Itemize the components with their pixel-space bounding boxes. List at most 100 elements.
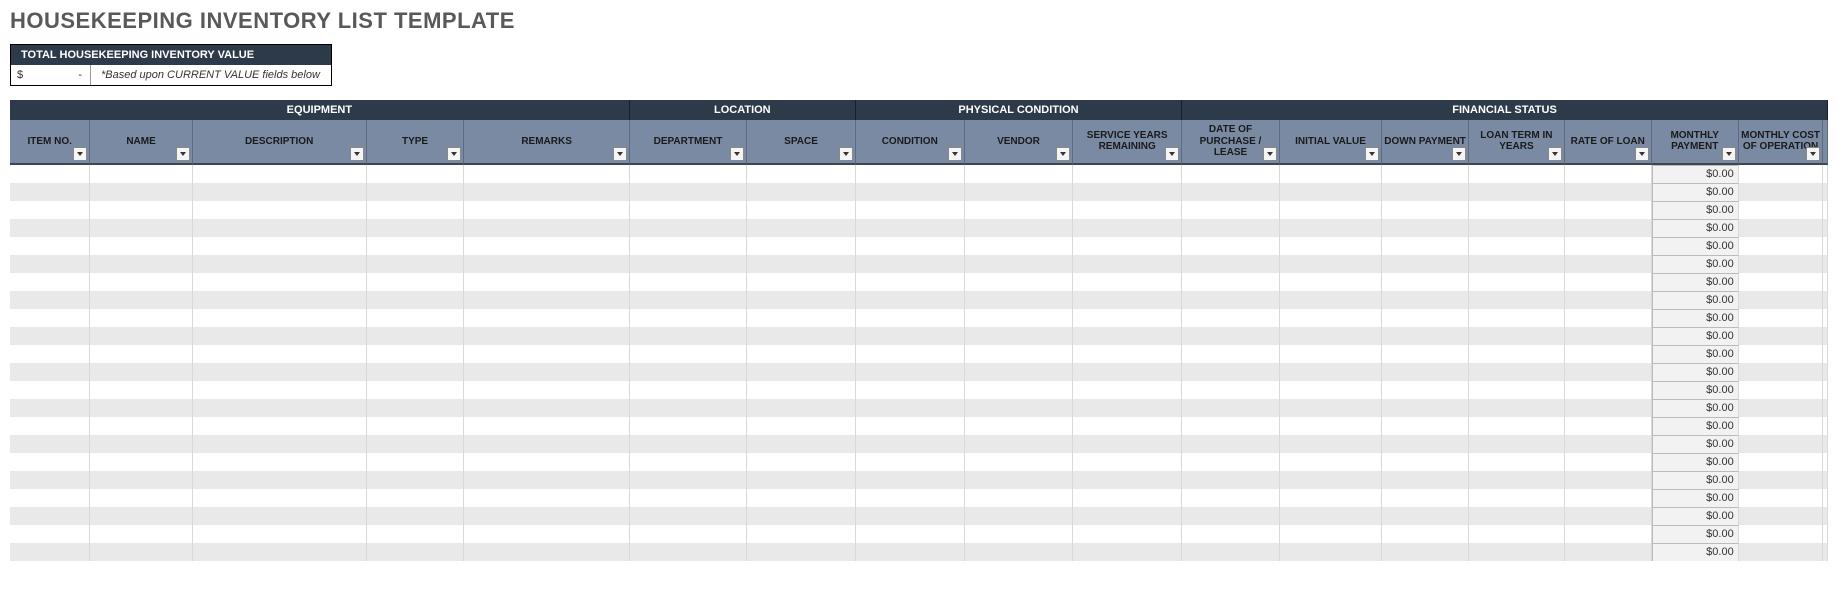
filter-dropdown-icon[interactable] — [1548, 147, 1562, 161]
cell-type[interactable] — [367, 453, 465, 471]
cell-item-no[interactable] — [10, 399, 90, 417]
cell-type[interactable] — [367, 309, 465, 327]
cell-item-no[interactable] — [10, 219, 90, 237]
cell-item-no[interactable] — [10, 417, 90, 435]
cell-rate-of-loan[interactable] — [1565, 345, 1652, 363]
cell-monthly-cost[interactable] — [1739, 507, 1824, 525]
cell-service-years[interactable] — [1073, 489, 1182, 507]
filter-dropdown-icon[interactable] — [948, 147, 962, 161]
cell-condition[interactable] — [856, 183, 965, 201]
cell-remarks[interactable] — [464, 345, 629, 363]
cell-loan-term[interactable] — [1469, 399, 1565, 417]
cell-type[interactable] — [367, 543, 465, 561]
cell-item-no[interactable] — [10, 453, 90, 471]
cell-item-no[interactable] — [10, 435, 90, 453]
filter-dropdown-icon[interactable] — [176, 147, 190, 161]
cell-condition[interactable] — [856, 345, 965, 363]
cell-description[interactable] — [193, 417, 367, 435]
cell-loan-term[interactable] — [1469, 273, 1565, 291]
cell-remarks[interactable] — [464, 489, 629, 507]
cell-service-years[interactable] — [1073, 273, 1182, 291]
cell-loan-term[interactable] — [1469, 381, 1565, 399]
cell-department[interactable] — [630, 219, 747, 237]
cell-loan-term[interactable] — [1469, 255, 1565, 273]
cell-remarks[interactable] — [464, 543, 629, 561]
cell-department[interactable] — [630, 345, 747, 363]
cell-department[interactable] — [630, 237, 747, 255]
cell-monthly-payment[interactable]: $0.00 — [1652, 399, 1739, 417]
cell-vendor[interactable] — [965, 435, 1074, 453]
cell-type[interactable] — [367, 165, 465, 183]
cell-service-years[interactable] — [1073, 525, 1182, 543]
cell-rate-of-loan[interactable] — [1565, 381, 1652, 399]
cell-description[interactable] — [193, 453, 367, 471]
cell-service-years[interactable] — [1073, 345, 1182, 363]
cell-remarks[interactable] — [464, 327, 629, 345]
cell-description[interactable] — [193, 219, 367, 237]
cell-condition[interactable] — [856, 255, 965, 273]
cell-remarks[interactable] — [464, 201, 629, 219]
cell-remarks[interactable] — [464, 417, 629, 435]
cell-monthly-cost[interactable] — [1739, 453, 1824, 471]
cell-space[interactable] — [747, 399, 856, 417]
cell-remarks[interactable] — [464, 273, 629, 291]
cell-department[interactable] — [630, 255, 747, 273]
cell-space[interactable] — [747, 165, 856, 183]
cell-loan-term[interactable] — [1469, 183, 1565, 201]
cell-monthly-payment[interactable]: $0.00 — [1652, 489, 1739, 507]
filter-dropdown-icon[interactable] — [1806, 147, 1820, 161]
cell-department[interactable] — [630, 471, 747, 489]
cell-description[interactable] — [193, 363, 367, 381]
cell-space[interactable] — [747, 381, 856, 399]
cell-department[interactable] — [630, 489, 747, 507]
cell-initial-value[interactable] — [1280, 183, 1382, 201]
cell-name[interactable] — [90, 525, 192, 543]
cell-space[interactable] — [747, 345, 856, 363]
cell-rate-of-loan[interactable] — [1565, 219, 1652, 237]
cell-description[interactable] — [193, 237, 367, 255]
cell-initial-value[interactable] — [1280, 399, 1382, 417]
filter-dropdown-icon[interactable] — [73, 147, 87, 161]
filter-dropdown-icon[interactable] — [350, 147, 364, 161]
cell-type[interactable] — [367, 237, 465, 255]
cell-monthly-cost[interactable] — [1739, 273, 1824, 291]
cell-rate-of-loan[interactable] — [1565, 471, 1652, 489]
cell-vendor[interactable] — [965, 201, 1074, 219]
cell-monthly-cost[interactable] — [1739, 327, 1824, 345]
cell-monthly-payment[interactable]: $0.00 — [1652, 183, 1739, 201]
cell-service-years[interactable] — [1073, 219, 1182, 237]
cell-monthly-cost[interactable] — [1739, 201, 1824, 219]
cell-item-no[interactable] — [10, 489, 90, 507]
cell-name[interactable] — [90, 345, 192, 363]
cell-initial-value[interactable] — [1280, 327, 1382, 345]
cell-item-no[interactable] — [10, 363, 90, 381]
cell-department[interactable] — [630, 435, 747, 453]
cell-loan-term[interactable] — [1469, 345, 1565, 363]
cell-monthly-cost[interactable] — [1739, 219, 1824, 237]
cell-department[interactable] — [630, 201, 747, 219]
cell-department[interactable] — [630, 525, 747, 543]
cell-loan-term[interactable] — [1469, 291, 1565, 309]
cell-rate-of-loan[interactable] — [1565, 237, 1652, 255]
cell-remarks[interactable] — [464, 237, 629, 255]
cell-down-payment[interactable] — [1382, 363, 1469, 381]
cell-name[interactable] — [90, 381, 192, 399]
cell-vendor[interactable] — [965, 165, 1074, 183]
cell-down-payment[interactable] — [1382, 381, 1469, 399]
cell-date-purchase[interactable] — [1182, 327, 1280, 345]
cell-date-purchase[interactable] — [1182, 201, 1280, 219]
cell-type[interactable] — [367, 363, 465, 381]
cell-department[interactable] — [630, 363, 747, 381]
cell-department[interactable] — [630, 507, 747, 525]
cell-remarks[interactable] — [464, 291, 629, 309]
cell-loan-term[interactable] — [1469, 219, 1565, 237]
cell-down-payment[interactable] — [1382, 165, 1469, 183]
cell-condition[interactable] — [856, 165, 965, 183]
cell-space[interactable] — [747, 255, 856, 273]
cell-description[interactable] — [193, 489, 367, 507]
cell-name[interactable] — [90, 183, 192, 201]
cell-date-purchase[interactable] — [1182, 273, 1280, 291]
cell-vendor[interactable] — [965, 399, 1074, 417]
cell-item-no[interactable] — [10, 327, 90, 345]
cell-condition[interactable] — [856, 399, 965, 417]
